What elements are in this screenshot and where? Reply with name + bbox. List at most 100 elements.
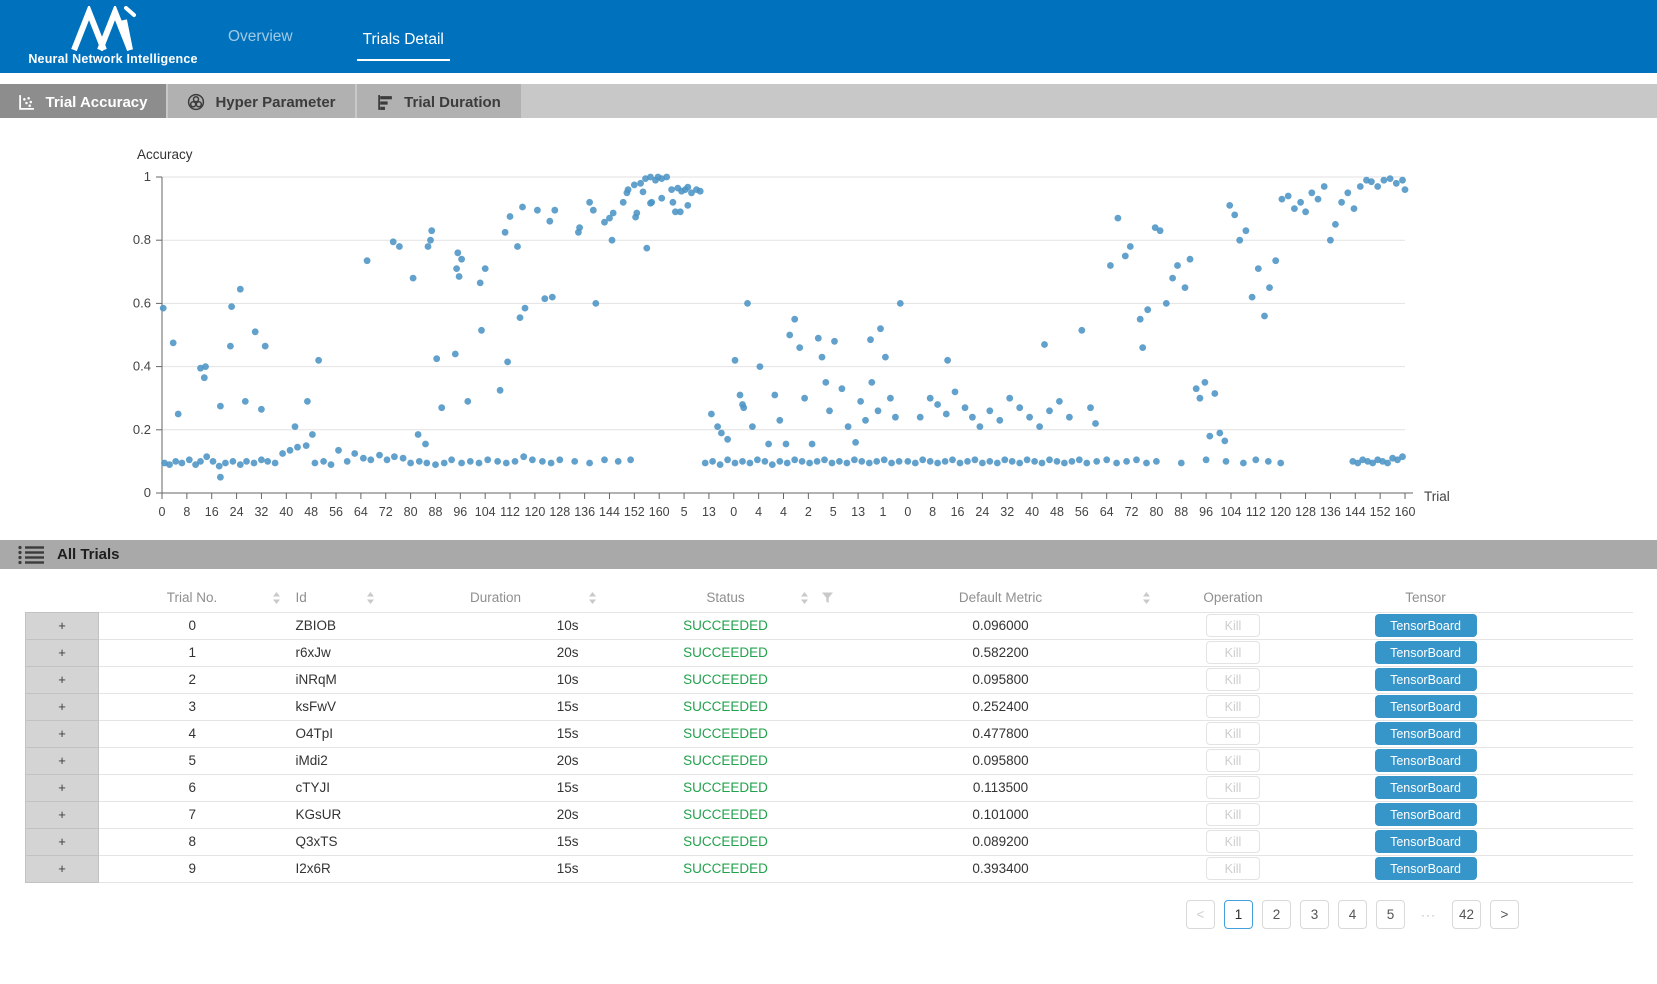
- scatter-point[interactable]: [1178, 460, 1185, 467]
- scatter-point[interactable]: [1221, 438, 1228, 445]
- scatter-point[interactable]: [637, 180, 644, 187]
- scatter-point[interactable]: [826, 407, 833, 414]
- scatter-point[interactable]: [949, 456, 956, 463]
- scatter-point[interactable]: [1243, 227, 1250, 234]
- scatter-point[interactable]: [529, 456, 536, 463]
- scatter-point[interactable]: [210, 458, 217, 465]
- expand-row-button[interactable]: +: [26, 721, 98, 747]
- scatter-point[interactable]: [1308, 189, 1315, 196]
- scatter-point[interactable]: [873, 458, 880, 465]
- scatter-point[interactable]: [1182, 284, 1189, 291]
- scatter-point[interactable]: [1133, 456, 1140, 463]
- scatter-point[interactable]: [862, 417, 869, 424]
- scatter-point[interactable]: [376, 452, 383, 459]
- scatter-point[interactable]: [771, 392, 778, 399]
- scatter-point[interactable]: [294, 444, 301, 451]
- scatter-point[interactable]: [448, 456, 455, 463]
- tensorboard-button[interactable]: TensorBoard: [1375, 668, 1477, 691]
- scatter-point[interactable]: [942, 458, 949, 465]
- scatter-point[interactable]: [1297, 199, 1304, 206]
- scatter-point[interactable]: [1399, 453, 1406, 460]
- scatter-point[interactable]: [482, 265, 489, 272]
- scatter-point[interactable]: [243, 458, 250, 465]
- scatter-point[interactable]: [391, 453, 398, 460]
- tensorboard-button[interactable]: TensorBoard: [1375, 641, 1477, 664]
- scatter-point[interactable]: [857, 398, 864, 405]
- tab-trial-duration[interactable]: Trial Duration: [357, 84, 521, 120]
- scatter-point[interactable]: [1139, 344, 1146, 351]
- scatter-point[interactable]: [875, 407, 882, 414]
- pagination-page-4[interactable]: 4: [1338, 900, 1367, 929]
- scatter-point[interactable]: [633, 210, 640, 217]
- scatter-point[interactable]: [799, 458, 806, 465]
- scatter-point[interactable]: [809, 441, 816, 448]
- scatter-point[interactable]: [1031, 458, 1038, 465]
- scatter-point[interactable]: [590, 207, 597, 214]
- scatter-point[interactable]: [1174, 262, 1181, 269]
- scatter-point[interactable]: [1137, 316, 1144, 323]
- scatter-point[interactable]: [822, 379, 829, 386]
- scatter-point[interactable]: [892, 414, 899, 421]
- scatter-point[interactable]: [944, 357, 951, 364]
- expand-row-button[interactable]: +: [26, 775, 98, 801]
- scatter-point[interactable]: [718, 430, 725, 437]
- tensorboard-button[interactable]: TensorBoard: [1375, 749, 1477, 772]
- scatter-point[interactable]: [919, 456, 926, 463]
- scatter-point[interactable]: [328, 461, 335, 468]
- scatter-point[interactable]: [272, 460, 279, 467]
- scatter-point[interactable]: [791, 456, 798, 463]
- scatter-point[interactable]: [458, 460, 465, 467]
- expand-row-button[interactable]: +: [26, 748, 98, 774]
- scatter-point[interactable]: [1393, 180, 1400, 187]
- scatter-point[interactable]: [384, 456, 391, 463]
- scatter-point[interactable]: [1113, 460, 1120, 467]
- scatter-point[interactable]: [519, 204, 526, 211]
- scatter-point[interactable]: [814, 458, 821, 465]
- scatter-point[interactable]: [242, 398, 249, 405]
- scatter-point[interactable]: [776, 458, 783, 465]
- scatter-point[interactable]: [1144, 306, 1151, 313]
- scatter-point[interactable]: [166, 461, 173, 468]
- scatter-point[interactable]: [1211, 390, 1218, 397]
- scatter-point[interactable]: [201, 374, 208, 381]
- expand-row-button[interactable]: +: [26, 613, 98, 639]
- scatter-point[interactable]: [237, 461, 244, 468]
- scatter-point[interactable]: [551, 207, 558, 214]
- scatter-point[interactable]: [1249, 294, 1256, 301]
- kill-button[interactable]: Kill: [1206, 641, 1260, 664]
- scatter-point[interactable]: [1054, 458, 1061, 465]
- scatter-point[interactable]: [934, 460, 941, 467]
- scatter-point[interactable]: [631, 182, 638, 189]
- scatter-point[interactable]: [1338, 199, 1345, 206]
- pagination-page-5[interactable]: 5: [1376, 900, 1405, 929]
- header-duration[interactable]: Duration: [381, 584, 611, 612]
- scatter-point[interactable]: [845, 423, 852, 430]
- scatter-point[interactable]: [1226, 202, 1233, 209]
- scatter-point[interactable]: [592, 300, 599, 307]
- scatter-point[interactable]: [1123, 458, 1130, 465]
- scatter-point[interactable]: [484, 456, 491, 463]
- scatter-point[interactable]: [737, 392, 744, 399]
- expand-row-button[interactable]: +: [26, 640, 98, 666]
- scatter-point[interactable]: [744, 300, 751, 307]
- scatter-point[interactable]: [304, 398, 311, 405]
- scatter-point[interactable]: [251, 460, 258, 467]
- scatter-point[interactable]: [576, 224, 583, 231]
- scatter-point[interactable]: [724, 436, 731, 443]
- scatter-point[interactable]: [1351, 205, 1358, 212]
- scatter-point[interactable]: [571, 458, 578, 465]
- scatter-point[interactable]: [197, 458, 204, 465]
- scatter-point[interactable]: [1368, 178, 1375, 185]
- scatter-point[interactable]: [227, 343, 234, 350]
- scatter-point[interactable]: [663, 174, 670, 181]
- scatter-point[interactable]: [791, 316, 798, 323]
- scatter-point[interactable]: [216, 463, 223, 470]
- scatter-point[interactable]: [1009, 458, 1016, 465]
- scatter-point[interactable]: [757, 363, 764, 370]
- scatter-point[interactable]: [367, 456, 374, 463]
- scatter-point[interactable]: [877, 325, 884, 332]
- tensorboard-button[interactable]: TensorBoard: [1375, 614, 1477, 637]
- pagination-page-2[interactable]: 2: [1262, 900, 1291, 929]
- scatter-point[interactable]: [1231, 212, 1238, 219]
- scatter-point[interactable]: [1157, 227, 1164, 234]
